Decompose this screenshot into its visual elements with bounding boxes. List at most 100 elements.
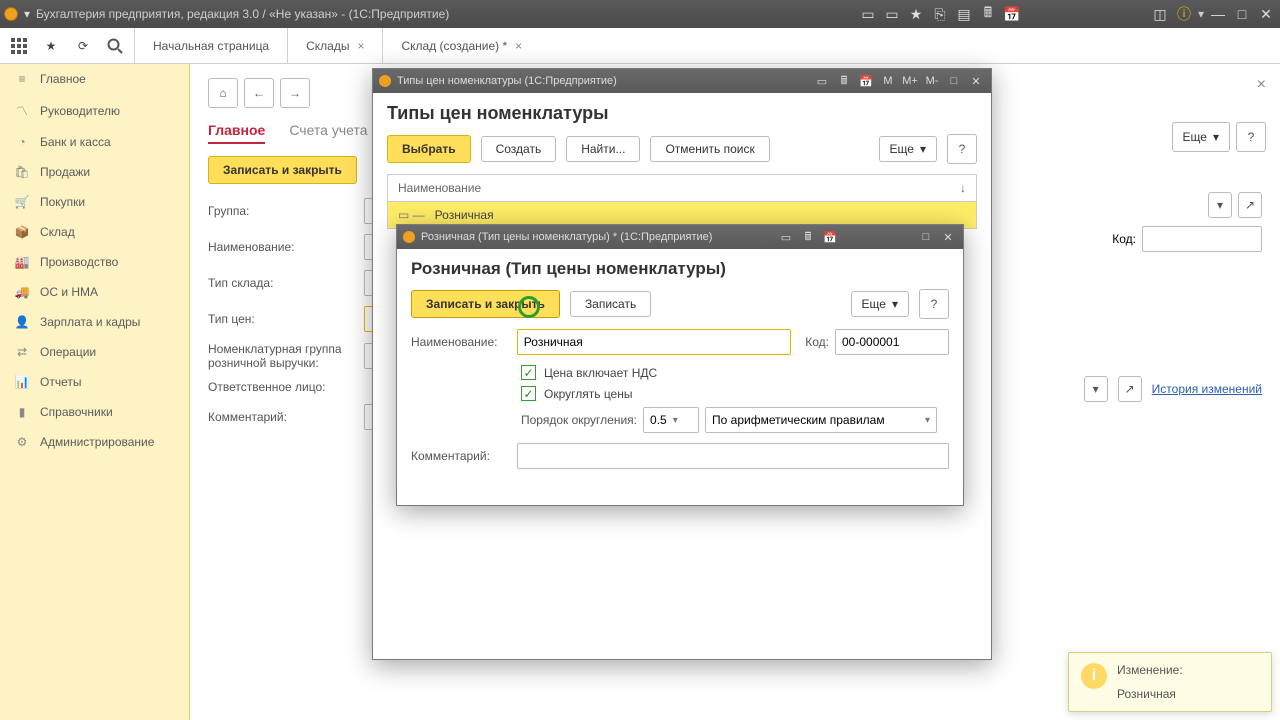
tb-info-icon[interactable]: ⓘ	[1174, 4, 1194, 24]
close-icon[interactable]: ✕	[1256, 4, 1276, 24]
tab-home[interactable]: Начальная страница	[134, 28, 287, 64]
p1-cal-icon[interactable]: 📅	[857, 73, 875, 89]
star-icon[interactable]: ★	[42, 37, 60, 55]
sidebar-item-operations[interactable]: ⇄Операции	[0, 337, 189, 367]
cancel-search-button[interactable]: Отменить поиск	[650, 136, 769, 162]
tab-store-create[interactable]: Склад (создание) *×	[382, 28, 540, 64]
code-input[interactable]	[1142, 226, 1262, 252]
sidebar-item-label: Руководителю	[40, 104, 120, 118]
tab-stores[interactable]: Склады×	[287, 28, 382, 64]
sidebar-item-catalogs[interactable]: ▮Справочники	[0, 397, 189, 427]
p2-icon-1[interactable]: ▭	[777, 229, 795, 245]
checkbox-checked-icon[interactable]: ✓	[521, 386, 536, 401]
sidebar-item-production[interactable]: 🏭Производство	[0, 247, 189, 277]
p2-cal-icon[interactable]: 📅	[821, 229, 839, 245]
sidebar-item-assets[interactable]: 🚚ОС и НМА	[0, 277, 189, 307]
round-step-select[interactable]: 0.5▾	[643, 407, 699, 433]
popup2-help-button[interactable]: ?	[919, 289, 949, 319]
sidebar-item-reports[interactable]: 📊Отчеты	[0, 367, 189, 397]
create-button[interactable]: Создать	[481, 136, 557, 162]
tb-star-icon[interactable]: ★	[906, 4, 926, 24]
list-icon: ≡	[14, 72, 30, 86]
forward-button[interactable]: →	[280, 78, 310, 108]
sidebar-item-label: Склад	[40, 225, 75, 239]
name-label: Наименование:	[208, 240, 358, 254]
p1-mminus[interactable]: M-	[923, 73, 941, 89]
page-tab-accounts[interactable]: Счета учета	[289, 118, 367, 144]
sidebar-item-hr[interactable]: 👤Зарплата и кадры	[0, 307, 189, 337]
p1-m[interactable]: M	[879, 73, 897, 89]
tb-cal-icon[interactable]: 📅	[1002, 4, 1022, 24]
help-button[interactable]: ?	[1236, 122, 1266, 152]
sidebar-item-label: Банк и касса	[40, 135, 111, 149]
popup1-help-button[interactable]: ?	[947, 134, 977, 164]
p1-max-icon[interactable]: □	[945, 73, 963, 89]
history-link[interactable]: История изменений	[1152, 382, 1262, 396]
popup1-more-button[interactable]: Еще▾	[879, 136, 937, 162]
open-button2[interactable]: ↗	[1118, 376, 1142, 402]
p1-mplus[interactable]: M+	[901, 73, 919, 89]
tb-calc-icon[interactable]: 🖩	[978, 4, 998, 24]
tb-info-caret[interactable]: ▾	[1198, 7, 1204, 21]
p2-name-input[interactable]	[517, 329, 791, 355]
tb-icon-4[interactable]: ▤	[954, 4, 974, 24]
sidebar-item-admin[interactable]: ⚙Администрирование	[0, 427, 189, 457]
p2-calc-icon[interactable]: 🖩	[799, 229, 817, 245]
toast-notification[interactable]: i Изменение: Розничная	[1068, 652, 1272, 712]
round-step-value: 0.5	[650, 413, 667, 427]
vat-checkbox-row[interactable]: ✓Цена включает НДС	[521, 365, 949, 380]
row-label: Розничная	[435, 208, 494, 222]
arrow-down-icon[interactable]: ▾	[24, 7, 30, 21]
choose-button[interactable]: Выбрать	[387, 135, 471, 163]
popup2-more-button[interactable]: Еще▾	[851, 291, 909, 317]
p1-close-icon[interactable]: ✕	[967, 73, 985, 89]
back-button[interactable]: ←	[244, 78, 274, 108]
p2-max-icon[interactable]: □	[917, 229, 935, 245]
save-button[interactable]: Записать	[570, 291, 651, 317]
sidebar-item-bank[interactable]: ◔Банк и касса	[0, 127, 189, 157]
p2-name-label: Наименование:	[411, 335, 511, 349]
sidebar-item-main[interactable]: ≡Главное	[0, 64, 189, 94]
round-checkbox-row[interactable]: ✓ Округлять цены	[521, 386, 949, 401]
sidebar-item-warehouse[interactable]: 📦Склад	[0, 217, 189, 247]
sidebar-item-manager[interactable]: 〽Руководителю	[0, 94, 189, 127]
minimize-icon[interactable]: —	[1208, 4, 1228, 24]
page-tab-main[interactable]: Главное	[208, 118, 265, 144]
p1-icon-1[interactable]: ▭	[813, 73, 831, 89]
save-close-button[interactable]: Записать и закрыть	[208, 156, 357, 184]
checkbox-checked-icon[interactable]: ✓	[521, 365, 536, 380]
tab-close-icon[interactable]: ×	[357, 39, 364, 53]
round-rule-select[interactable]: По арифметическим правилам▾	[705, 407, 937, 433]
sidebar-item-sales[interactable]: 🛍Продажи	[0, 157, 189, 187]
tb-icon-2[interactable]: ▭	[882, 4, 902, 24]
sidebar-item-label: Отчеты	[40, 375, 81, 389]
p2-code-input[interactable]	[835, 329, 949, 355]
select-caret2[interactable]: ▾	[1084, 376, 1108, 402]
tab-close-icon[interactable]: ×	[515, 39, 522, 53]
select-caret[interactable]: ▾	[1208, 192, 1232, 218]
tb-panels-icon[interactable]: ◫	[1150, 4, 1170, 24]
round-label: Округлять цены	[544, 387, 632, 401]
p2-comment-input[interactable]	[517, 443, 949, 469]
more-button[interactable]: Еще▾	[1172, 122, 1230, 152]
list-header[interactable]: Наименование ↓	[387, 174, 977, 201]
popup2-titlebar[interactable]: Розничная (Тип цены номенклатуры) * (1С:…	[397, 225, 963, 249]
form-close-icon[interactable]: ×	[1257, 76, 1266, 94]
open-button[interactable]: ↗	[1238, 192, 1262, 218]
search-icon[interactable]	[106, 37, 124, 55]
maximize-icon[interactable]: □	[1232, 4, 1252, 24]
home-button[interactable]: ⌂	[208, 78, 238, 108]
person-icon: 👤	[14, 315, 30, 329]
apps-icon[interactable]	[10, 37, 28, 55]
p1-calc-icon[interactable]: 🖩	[835, 73, 853, 89]
history-icon[interactable]: ⟳	[74, 37, 92, 55]
p2-close-icon[interactable]: ✕	[939, 229, 957, 245]
save-close-button-2[interactable]: Записать и закрыть	[411, 290, 560, 318]
round-rule-value: По арифметическим правилам	[712, 413, 885, 427]
popup1-titlebar[interactable]: Типы цен номенклатуры (1С:Предприятие) ▭…	[373, 69, 991, 93]
tb-icon-1[interactable]: ▭	[858, 4, 878, 24]
tb-icon-3[interactable]: ⎘	[930, 4, 950, 24]
sort-down-icon[interactable]: ↓	[960, 181, 966, 195]
sidebar-item-purchases[interactable]: 🛒Покупки	[0, 187, 189, 217]
find-button[interactable]: Найти...	[566, 136, 640, 162]
